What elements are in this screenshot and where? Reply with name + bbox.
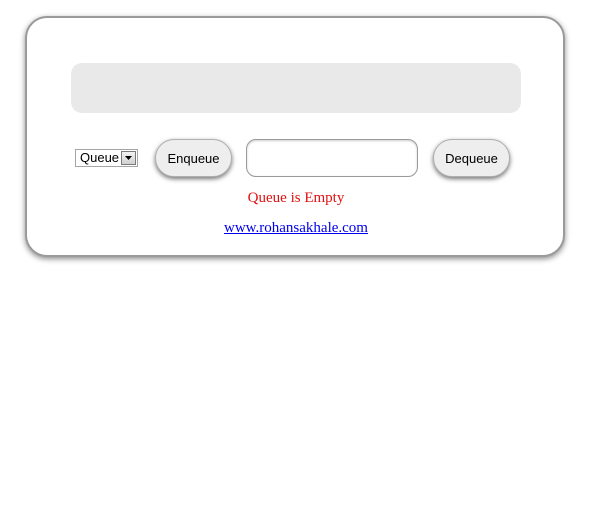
mode-select-value: Queue [80, 150, 120, 165]
value-input[interactable] [246, 139, 418, 177]
dequeue-button[interactable]: Dequeue [433, 139, 510, 177]
enqueue-button[interactable]: Enqueue [155, 139, 232, 177]
footer: www.rohansakhale.com [0, 220, 592, 237]
chevron-down-icon[interactable] [121, 151, 136, 165]
queue-display [71, 63, 521, 113]
status-message: Queue is Empty [247, 190, 345, 206]
website-link[interactable]: www.rohansakhale.com [224, 220, 368, 236]
mode-select[interactable]: Queue [75, 149, 138, 167]
